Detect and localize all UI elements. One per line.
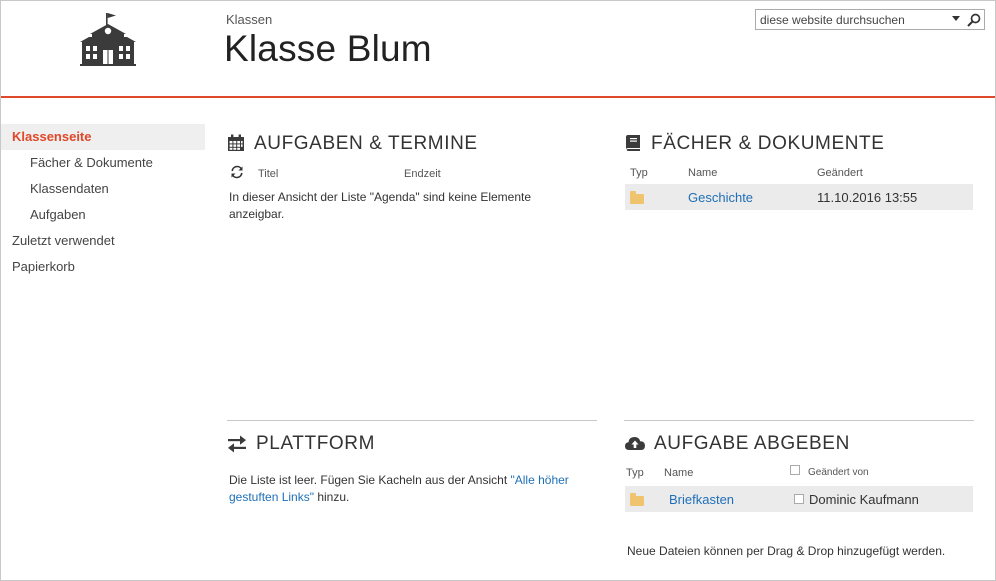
column-header-name[interactable]: Name	[664, 467, 693, 479]
nav-item-label: Aufgaben	[30, 207, 86, 222]
webpart-divider	[227, 420, 597, 421]
folder-link-geschichte[interactable]: Geschichte	[688, 189, 753, 206]
platform-text-before: Die Liste ist leer. Fügen Sie Kacheln au…	[229, 473, 511, 487]
column-header-name[interactable]: Name	[688, 167, 717, 179]
school-building-icon[interactable]	[80, 12, 136, 66]
book-icon	[626, 135, 640, 151]
nav-item-label: Klassendaten	[30, 181, 109, 196]
search-icon[interactable]	[966, 12, 982, 28]
table-row[interactable]: Briefkasten Dominic Kaufmann	[625, 486, 973, 512]
column-header-titel[interactable]: Titel	[258, 168, 278, 180]
webpart-divider	[624, 420, 974, 421]
column-header-geaendert-von[interactable]: Geändert von	[808, 467, 869, 478]
search-input[interactable]	[760, 11, 940, 28]
table-row[interactable]: Geschichte 11.10.2016 13:55	[625, 184, 973, 210]
refresh-icon[interactable]	[230, 165, 244, 179]
cloud-upload-icon	[625, 437, 645, 450]
search-scope-dropdown-icon[interactable]	[952, 16, 960, 21]
search-box	[755, 9, 985, 30]
calendar-icon	[228, 134, 244, 151]
modified-date: 11.10.2016 13:55	[817, 190, 918, 205]
breadcrumb[interactable]: Klassen	[226, 12, 272, 27]
column-header-endzeit[interactable]: Endzeit	[404, 168, 441, 180]
folder-icon	[630, 493, 644, 506]
nav-item-label: Papierkorb	[12, 259, 75, 274]
column-header-typ[interactable]: Typ	[626, 467, 644, 479]
subjects-webpart-title[interactable]: FÄCHER & DOKUMENTE	[651, 133, 885, 155]
nav-item-label: Zuletzt verwendet	[12, 233, 115, 248]
row-checkbox[interactable]	[794, 494, 804, 504]
platform-webpart-title[interactable]: PLATTFORM	[256, 433, 375, 455]
submit-webpart-title[interactable]: AUFGABE ABGEBEN	[654, 433, 850, 455]
folder-icon	[630, 191, 644, 204]
nav-item-label: Fächer & Dokumente	[30, 155, 153, 170]
nav-item-label: Klassenseite	[12, 129, 92, 144]
platform-empty-message: Die Liste ist leer. Fügen Sie Kacheln au…	[229, 472, 599, 506]
tasks-webpart-title[interactable]: AUFGABEN & TERMINE	[254, 133, 478, 155]
exchange-arrows-icon	[228, 435, 246, 453]
tasks-empty-message: In dieser Ansicht der Liste "Agenda" sin…	[229, 190, 532, 221]
nav-item-klassenseite[interactable]: Klassenseite	[1, 124, 205, 150]
select-all-checkbox[interactable]	[790, 465, 800, 475]
folder-link-briefkasten[interactable]: Briefkasten	[669, 491, 734, 508]
drag-drop-hint: Neue Dateien können per Drag & Drop hinz…	[627, 544, 946, 558]
column-header-geaendert[interactable]: Geändert	[817, 167, 863, 179]
platform-text-after: hinzu.	[313, 490, 350, 504]
page-title: Klasse Blum	[224, 28, 432, 69]
header-divider	[1, 96, 995, 98]
column-header-typ[interactable]: Typ	[630, 167, 648, 179]
modified-by: Dominic Kaufmann	[809, 492, 919, 507]
